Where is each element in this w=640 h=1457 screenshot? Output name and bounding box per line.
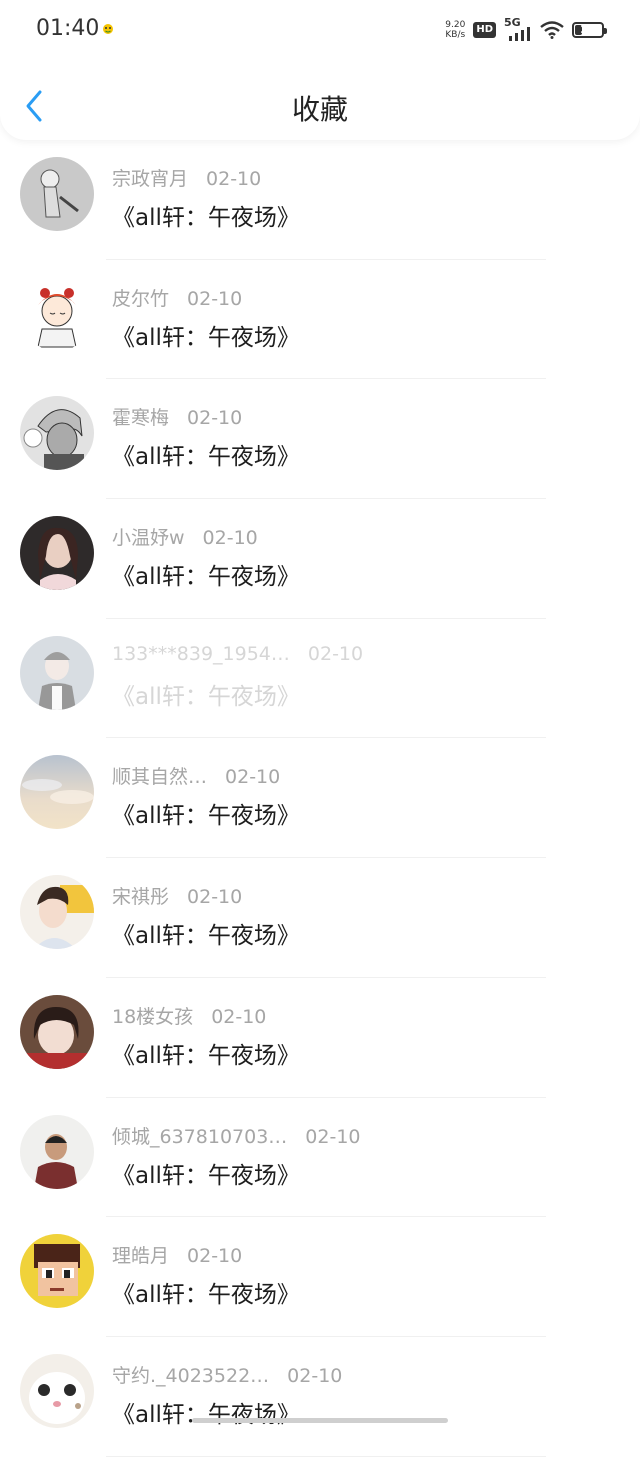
item-title[interactable]: 《all轩：午夜场》	[112, 557, 300, 591]
username[interactable]: 倾城_637810703…	[112, 1126, 287, 1148]
speed-value: 9.20	[445, 20, 466, 30]
username[interactable]: 宗政宵月	[112, 168, 188, 190]
boy-photo-avatar[interactable]	[20, 635, 94, 710]
girl-selfie-avatar[interactable]	[20, 994, 94, 1069]
item-title[interactable]: 《all轩：午夜场》	[112, 318, 300, 352]
item-meta: 皮尔竹 02-10	[112, 284, 242, 311]
list-item[interactable]: 倾城_637810703… 02-10 《all轩：午夜场》	[0, 1098, 640, 1218]
list-item[interactable]: 133***839_1954… 02-10 《all轩：午夜场》	[0, 619, 640, 739]
avatar-image	[20, 1114, 94, 1189]
item-meta: 宋祺彤 02-10	[112, 882, 242, 909]
cat-face-avatar[interactable]	[20, 1353, 94, 1428]
list-item[interactable]: 顺其自然… 02-10 《all轩：午夜场》	[0, 738, 640, 859]
wifi-icon	[540, 21, 564, 39]
item-meta: 倾城_637810703… 02-10	[112, 1122, 361, 1149]
page-title: 收藏	[291, 93, 348, 126]
header: 01:40 9.20 KB/s HD 5G 28 收藏	[0, 0, 640, 140]
list-item[interactable]: 18楼女孩 02-10 《all轩：午夜场》	[0, 978, 640, 1098]
list-item[interactable]: 宗政宵月 02-10 《all轩：午夜场》	[0, 140, 640, 260]
item-title[interactable]: 《all轩：午夜场》	[112, 1156, 300, 1190]
hd-badge: HD	[473, 22, 496, 38]
item-title[interactable]: 《all轩：午夜场》	[112, 437, 300, 471]
list-item[interactable]: 守约._4023522… 02-10 《all轩：午夜场》	[0, 1337, 640, 1457]
avatar-image	[20, 276, 94, 351]
emoji-icon	[103, 24, 113, 34]
item-title[interactable]: 《all轩：午夜场》	[112, 1395, 300, 1429]
avatar-image	[20, 516, 94, 591]
avatar-image	[20, 396, 94, 471]
battery-level: 28	[580, 23, 596, 36]
item-date: 02-10	[187, 886, 243, 909]
status-time: 01:40	[36, 16, 100, 41]
signal-icon: 5G	[504, 16, 532, 41]
item-meta: 霍寒梅 02-10	[112, 403, 242, 430]
list-item[interactable]: 皮尔竹 02-10 《all轩：午夜场》	[0, 260, 640, 380]
girl-photo-avatar[interactable]	[20, 516, 94, 591]
item-date: 02-10	[202, 527, 258, 550]
avatar-image	[20, 1353, 94, 1428]
item-meta: 理皓月 02-10	[112, 1241, 242, 1268]
list-item[interactable]: 宋祺彤 02-10 《all轩：午夜场》	[0, 858, 640, 978]
item-date: 02-10	[225, 766, 281, 789]
battery-cap	[604, 28, 607, 34]
username[interactable]: 小温妤w	[112, 527, 185, 549]
status-bar: 01:40 9.20 KB/s HD 5G 28	[0, 0, 640, 58]
item-date: 02-10	[187, 1245, 243, 1268]
item-date: 02-10	[187, 287, 243, 310]
username[interactable]: 133***839_1954…	[112, 643, 290, 665]
favorites-list: 宗政宵月 02-10 《all轩：午夜场》 皮尔竹 02-10 《all轩：午夜场》…	[0, 140, 640, 1457]
item-date: 02-10	[287, 1364, 343, 1387]
item-date: 02-10	[211, 1005, 267, 1028]
avatar-image	[20, 635, 94, 710]
avatar-image	[20, 755, 94, 830]
home-indicator[interactable]	[192, 1418, 448, 1423]
item-meta: 宗政宵月 02-10	[112, 164, 261, 191]
list-item[interactable]: 小温妤w 02-10 《all轩：午夜场》	[0, 499, 640, 619]
item-date: 02-10	[305, 1125, 361, 1148]
item-date: 02-10	[187, 407, 243, 430]
item-title[interactable]: 《all轩：午夜场》	[112, 1275, 300, 1309]
username[interactable]: 守约._4023522…	[112, 1365, 269, 1387]
list-item[interactable]: 理皓月 02-10 《all轩：午夜场》	[0, 1217, 640, 1337]
username[interactable]: 霍寒梅	[112, 407, 169, 429]
username[interactable]: 18楼女孩	[112, 1006, 193, 1028]
item-meta: 守约._4023522… 02-10	[112, 1361, 342, 1388]
username[interactable]: 理皓月	[112, 1245, 169, 1267]
avatar-image	[20, 994, 94, 1069]
item-title[interactable]: 《all轩：午夜场》	[112, 916, 300, 950]
item-meta: 小温妤w 02-10	[112, 523, 258, 550]
sketch-figure-avatar[interactable]	[20, 157, 94, 231]
item-title[interactable]: 《all轩：午夜场》	[112, 677, 300, 711]
cartoon-girl-avatar[interactable]	[20, 276, 94, 351]
item-meta: 18楼女孩 02-10	[112, 1002, 266, 1029]
battery-icon: 28	[572, 22, 607, 38]
item-meta: 顺其自然… 02-10	[112, 762, 280, 789]
network-speed: 9.20 KB/s	[445, 20, 465, 40]
divider	[106, 1455, 546, 1457]
item-date: 02-10	[307, 642, 364, 665]
speed-unit: KB/s	[445, 30, 466, 40]
status-indicators: 9.20 KB/s HD 5G 28	[445, 16, 607, 42]
username[interactable]: 顺其自然…	[112, 766, 207, 788]
item-date: 02-10	[206, 168, 262, 190]
boy-portrait-avatar[interactable]	[20, 875, 94, 950]
list-item[interactable]: 霍寒梅 02-10 《all轩：午夜场》	[0, 379, 640, 500]
item-meta: 133***839_1954… 02-10	[112, 643, 363, 665]
item-title[interactable]: 《all轩：午夜场》	[112, 1036, 300, 1070]
avatar-image	[20, 157, 94, 231]
pixel-character-avatar[interactable]	[20, 1234, 94, 1309]
sky-clouds-avatar[interactable]	[20, 755, 94, 830]
item-title[interactable]: 《all轩：午夜场》	[112, 796, 300, 830]
avatar-image	[20, 875, 94, 950]
manga-character-avatar[interactable]	[20, 396, 94, 471]
username[interactable]: 宋祺彤	[112, 886, 169, 908]
username[interactable]: 皮尔竹	[112, 288, 169, 310]
item-title[interactable]: 《all轩：午夜场》	[112, 198, 300, 232]
person-photo-avatar[interactable]	[20, 1114, 94, 1189]
avatar-image	[20, 1234, 94, 1309]
